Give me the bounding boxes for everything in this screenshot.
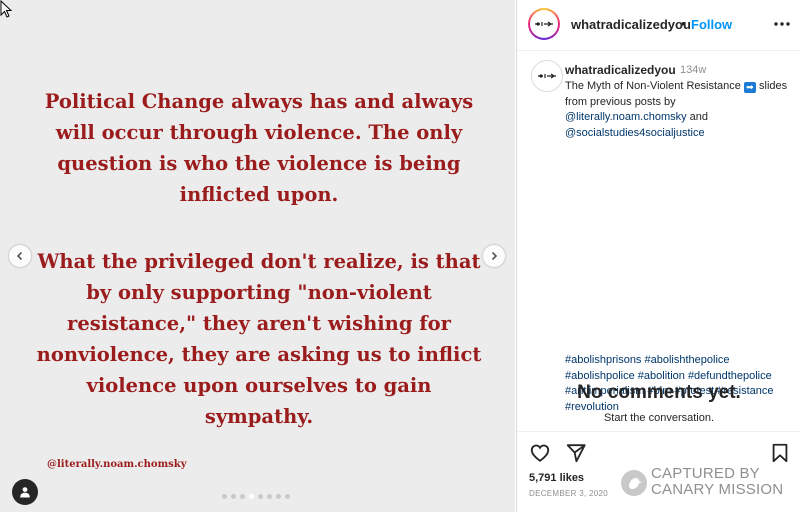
post-actions: 5,791 likes DECEMBER 3, 2020 CAPTURED BY… [517, 431, 800, 513]
post-date[interactable]: DECEMBER 3, 2020 [529, 489, 608, 498]
avatar-logo [530, 10, 558, 38]
caption-timestamp[interactable]: 134w [680, 64, 706, 76]
watermark-text: CAPTURED BY CANARY MISSION [651, 466, 783, 498]
caption-username[interactable]: whatradicalizedyou [565, 63, 676, 77]
profile-avatar[interactable] [528, 8, 560, 40]
quote-paragraph-1: Political Change always has and always w… [44, 90, 474, 206]
carousel-dot [267, 494, 272, 499]
no-comments-subtitle: Start the conversation. [603, 412, 715, 424]
hashtag-link[interactable]: #abolishpolice [565, 370, 635, 382]
more-options-icon[interactable] [772, 16, 792, 32]
next-slide-button[interactable] [483, 245, 505, 267]
header-separator: • [681, 16, 686, 31]
watermark-line-2: CANARY MISSION [651, 481, 784, 498]
user-tag-icon [20, 487, 30, 498]
hashtag-link[interactable]: #abolishprisons [565, 354, 641, 366]
chevron-right-icon [491, 251, 498, 261]
watermark-line-1: CAPTURED BY [651, 465, 760, 482]
carousel-dot [240, 494, 245, 499]
hashtag-link[interactable]: #abolishthepolice [645, 354, 730, 366]
likes-count[interactable]: 5,791 likes [529, 472, 584, 484]
post-image: Political Change always has and always w… [0, 0, 515, 512]
mouse-cursor-icon [0, 0, 13, 18]
carousel-indicator [222, 494, 290, 499]
canary-logo-icon [621, 470, 647, 496]
quote-paragraph-2: What the privileged don't realize, is th… [36, 250, 482, 428]
follow-button[interactable]: Follow [691, 17, 732, 32]
mention-link-1[interactable]: @literally.noam.chomsky [565, 111, 687, 123]
carousel-dot [285, 494, 290, 499]
image-credit: @literally.noam.chomsky [47, 459, 187, 470]
no-comments-title: No comments yet. [577, 382, 741, 403]
caption-text: The Myth of Non-Violent Resistance ➡ sli… [565, 79, 795, 141]
hashtag-link[interactable]: #abolition [638, 370, 685, 382]
carousel-dot [222, 494, 227, 499]
header-username[interactable]: whatradicalizedyou [571, 17, 691, 32]
post-sidebar: whatradicalizedyou • Follow whatradicali… [516, 0, 800, 512]
tagged-users-button[interactable] [12, 479, 38, 505]
bookmark-icon[interactable] [769, 442, 791, 464]
caption-title: The Myth of Non-Violent Resistance [565, 80, 741, 92]
hashtag-link[interactable]: #defundthepolice [688, 370, 772, 382]
previous-slide-button[interactable] [9, 245, 31, 267]
post-header: whatradicalizedyou • Follow [517, 0, 800, 51]
carousel-dot [231, 494, 236, 499]
caption-and: and [689, 111, 709, 123]
chevron-left-icon [16, 251, 23, 261]
caption-avatar[interactable] [531, 60, 563, 92]
carousel-dot [249, 494, 254, 499]
send-icon[interactable] [565, 442, 587, 464]
carousel-dot [258, 494, 263, 499]
heart-icon[interactable] [529, 442, 551, 464]
mention-link-2[interactable]: @socialstudies4socialjustice [565, 127, 705, 139]
carousel-dot [276, 494, 281, 499]
right-arrow-emoji-icon: ➡ [743, 82, 756, 93]
